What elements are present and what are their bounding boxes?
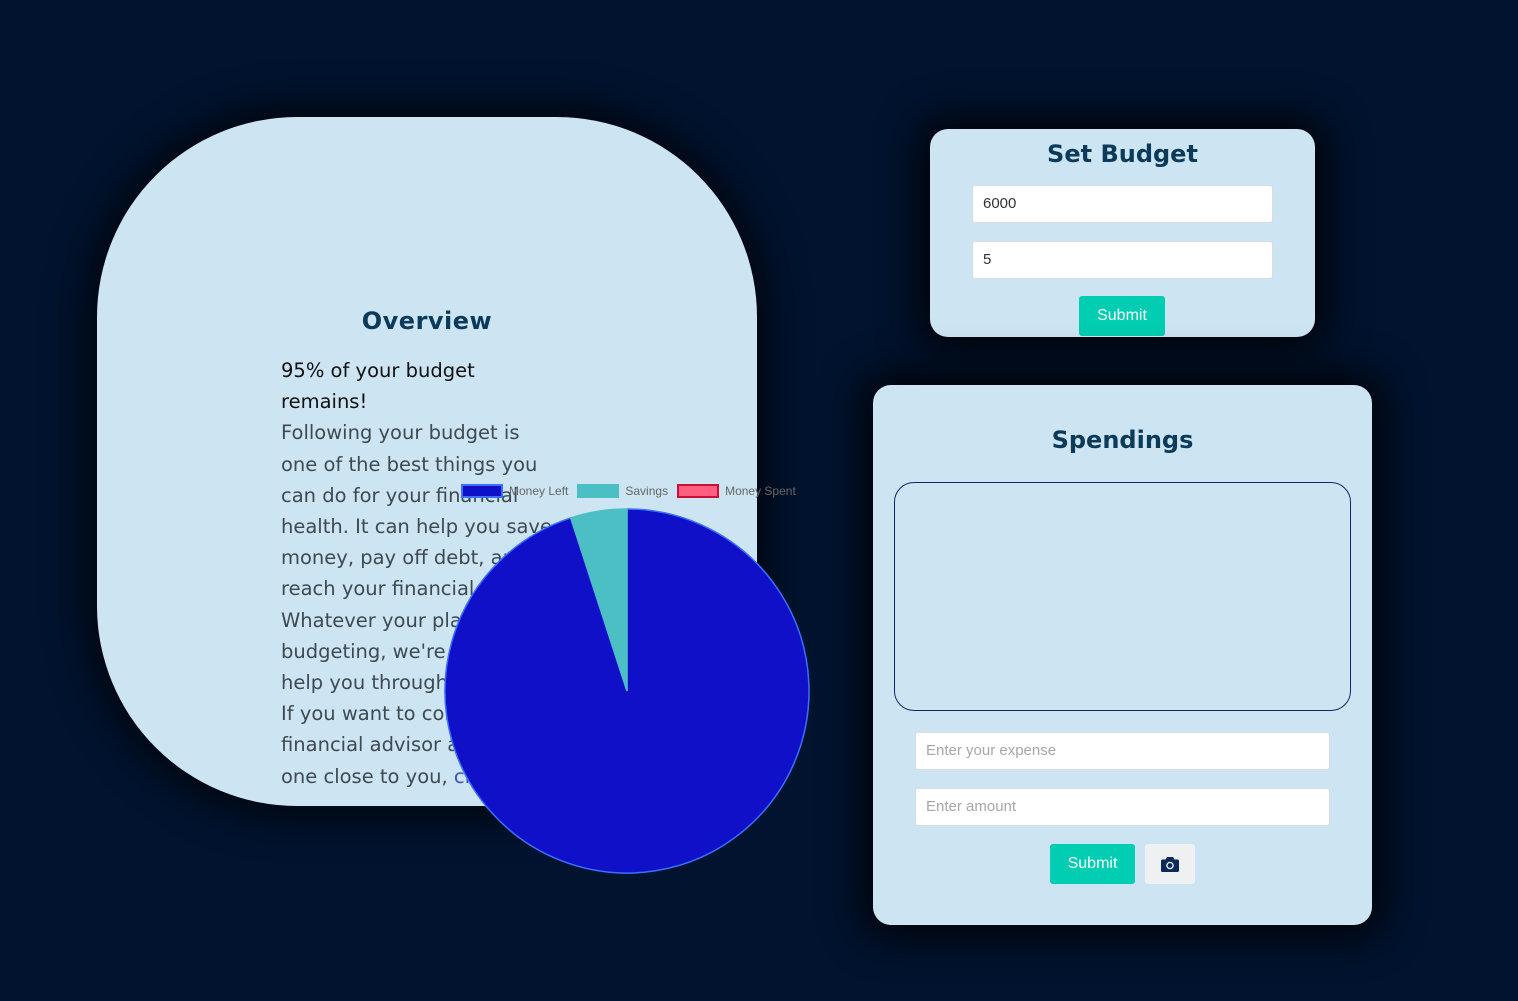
spendings-submit-button[interactable]: Submit bbox=[1050, 844, 1135, 884]
set-budget-card: Set Budget 6000 5 Submit bbox=[930, 129, 1315, 337]
set-budget-title: Set Budget bbox=[1047, 140, 1198, 168]
pie-chart bbox=[440, 478, 815, 878]
overview-title: Overview bbox=[361, 307, 493, 335]
spendings-list[interactable] bbox=[894, 482, 1351, 711]
camera-button[interactable] bbox=[1145, 844, 1195, 884]
savings-input[interactable]: 5 bbox=[972, 241, 1273, 279]
budget-input[interactable]: 6000 bbox=[972, 185, 1273, 223]
expense-input[interactable]: Enter your expense bbox=[915, 732, 1330, 770]
pie-chart-svg bbox=[444, 508, 810, 874]
camera-icon bbox=[1161, 856, 1179, 872]
amount-input[interactable]: Enter amount bbox=[915, 788, 1330, 826]
spendings-card: Spendings Enter your expense Enter amoun… bbox=[873, 385, 1372, 925]
budget-remaining-text: 95% of your budget remains! bbox=[281, 359, 475, 414]
spendings-title: Spendings bbox=[1051, 426, 1194, 454]
budget-submit-button[interactable]: Submit bbox=[1079, 296, 1165, 336]
